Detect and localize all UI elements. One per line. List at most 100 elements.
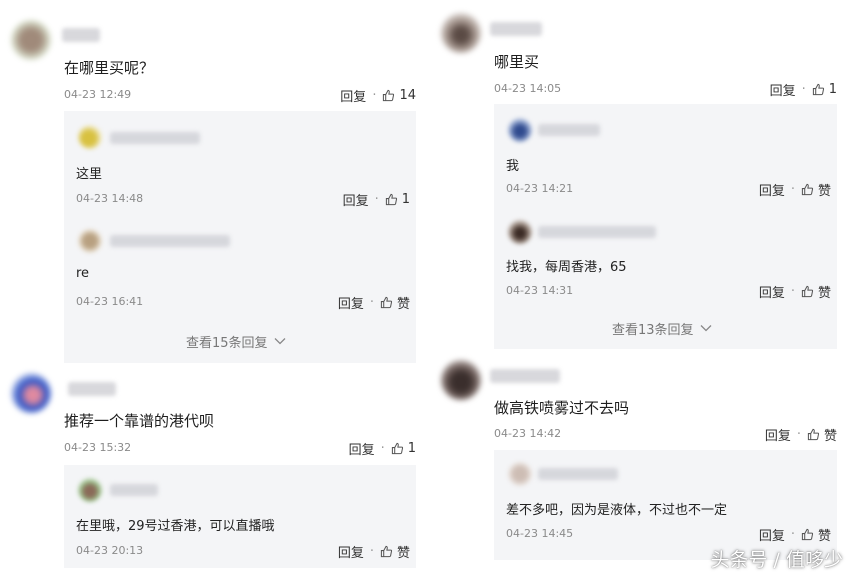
comment-timestamp: 04-23 15:32	[64, 441, 132, 454]
comment-text: 在哪里买呢？	[64, 59, 155, 77]
reply-username-blurred[interactable]	[538, 468, 618, 480]
comment-actions: 回复 · 赞	[765, 425, 837, 444]
thumbs-up-icon[interactable]	[380, 296, 393, 309]
separator-dot: ·	[369, 295, 374, 310]
reply-avatar[interactable]	[78, 478, 102, 502]
reply-avatar[interactable]	[508, 462, 532, 486]
reply-avatar[interactable]	[508, 118, 532, 142]
reply-username-blurred[interactable]	[110, 484, 158, 496]
comment-text: 推荐一个靠谱的港代呗	[64, 412, 215, 430]
like-count: 赞	[396, 546, 410, 561]
reply-thread: 差不多吧，因为是液体，不过也不一定 04-23 14:45 回复 · 赞	[494, 450, 837, 560]
separator-dot: ·	[380, 441, 385, 456]
reply-avatar[interactable]	[78, 125, 102, 149]
like-count: 1	[828, 82, 837, 97]
watermark: 头条号 / 值哆少	[710, 549, 843, 571]
separator-dot: ·	[790, 284, 795, 299]
reply-button[interactable]: 回复	[765, 425, 791, 444]
reply-timestamp: 04-23 14:48	[76, 192, 144, 205]
separator-dot: ·	[796, 427, 801, 442]
comment-text: 做高铁喷雾过不去吗	[494, 399, 630, 417]
thumbs-up-icon[interactable]	[801, 183, 814, 196]
reply-avatar[interactable]	[508, 220, 532, 244]
like-count: 赞	[396, 297, 410, 312]
reply-actions: 回复 · 赞	[338, 542, 410, 561]
username-blurred[interactable]	[490, 22, 542, 36]
reply-timestamp: 04-23 16:41	[76, 295, 144, 308]
reply-button[interactable]: 回复	[340, 86, 366, 105]
reply-button[interactable]: 回复	[343, 190, 369, 209]
like-count: 赞	[817, 184, 831, 199]
reply-avatar[interactable]	[78, 229, 102, 253]
reply-button[interactable]: 回复	[759, 525, 785, 544]
reply-actions: 回复 · 1	[343, 190, 410, 209]
reply-button[interactable]: 回复	[338, 542, 364, 561]
comment-timestamp: 04-23 14:42	[494, 427, 562, 440]
like-count: 1	[401, 192, 410, 207]
like-count: 14	[399, 88, 416, 103]
user-avatar[interactable]	[11, 20, 51, 60]
separator-dot: ·	[374, 192, 379, 207]
reply-button[interactable]: 回复	[759, 282, 785, 301]
chevron-down-icon	[274, 334, 286, 349]
reply-text: 差不多吧，因为是液体，不过也不一定	[506, 503, 728, 518]
comment-actions: 回复 · 1	[349, 439, 416, 458]
thumbs-up-icon[interactable]	[385, 193, 398, 206]
view-more-label: 查看13条回复	[612, 323, 694, 338]
reply-username-blurred[interactable]	[110, 235, 230, 247]
username-blurred[interactable]	[62, 28, 100, 42]
comment-actions: 回复 · 1	[770, 80, 837, 99]
view-more-label: 查看15条回复	[186, 336, 268, 351]
reply-text: 在里哦，29号过香港，可以直播哦	[76, 519, 275, 534]
reply-timestamp: 04-23 14:31	[506, 284, 574, 297]
thumbs-up-icon[interactable]	[812, 83, 825, 96]
separator-dot: ·	[801, 82, 806, 97]
thumbs-up-icon[interactable]	[382, 89, 395, 102]
reply-timestamp: 04-23 14:21	[506, 182, 574, 195]
user-avatar[interactable]	[441, 360, 481, 400]
separator-dot: ·	[369, 544, 374, 559]
user-avatar[interactable]	[441, 13, 481, 53]
reply-actions: 回复 · 赞	[759, 180, 831, 199]
reply-thread: 我 04-23 14:21 回复 · 赞 找我，每周香港，65 04-23 14…	[494, 104, 837, 349]
comment-timestamp: 04-23 14:05	[494, 82, 562, 95]
thumbs-up-icon[interactable]	[391, 442, 404, 455]
reply-button[interactable]: 回复	[349, 439, 375, 458]
reply-actions: 回复 · 赞	[759, 525, 831, 544]
thumbs-up-icon[interactable]	[801, 528, 814, 541]
reply-text: 找我，每周香港，65	[506, 260, 627, 275]
like-count: 赞	[823, 429, 837, 444]
reply-text: 这里	[76, 167, 103, 182]
reply-button[interactable]: 回复	[338, 293, 364, 312]
thumbs-up-icon[interactable]	[807, 428, 820, 441]
view-more-replies-button[interactable]: 查看15条回复	[186, 332, 286, 351]
user-avatar[interactable]	[11, 373, 51, 413]
separator-dot: ·	[790, 182, 795, 197]
reply-thread: 这里 04-23 14:48 回复 · 1 re 04-23 16:41 回复 …	[64, 111, 416, 363]
reply-button[interactable]: 回复	[770, 80, 796, 99]
reply-username-blurred[interactable]	[538, 226, 656, 238]
reply-thread: 在里哦，29号过香港，可以直播哦 04-23 20:13 回复 · 赞	[64, 465, 416, 568]
reply-actions: 回复 · 赞	[759, 282, 831, 301]
reply-username-blurred[interactable]	[110, 132, 200, 144]
thumbs-up-icon[interactable]	[801, 285, 814, 298]
separator-dot: ·	[790, 527, 795, 542]
reply-timestamp: 04-23 14:45	[506, 527, 574, 540]
username-blurred[interactable]	[68, 382, 116, 396]
chevron-down-icon	[700, 321, 712, 336]
reply-button[interactable]: 回复	[759, 180, 785, 199]
reply-text: re	[76, 266, 90, 281]
comment-timestamp: 04-23 12:49	[64, 88, 132, 101]
like-count: 1	[407, 441, 416, 456]
view-more-replies-button[interactable]: 查看13条回复	[612, 319, 712, 338]
username-blurred[interactable]	[490, 369, 560, 383]
separator-dot: ·	[372, 88, 377, 103]
comment-text: 哪里买	[494, 53, 540, 71]
reply-text: 我	[506, 159, 520, 174]
like-count: 赞	[817, 529, 831, 544]
reply-username-blurred[interactable]	[538, 124, 600, 136]
thumbs-up-icon[interactable]	[380, 545, 393, 558]
reply-actions: 回复 · 赞	[338, 293, 410, 312]
comment-actions: 回复 · 14	[340, 86, 416, 105]
reply-timestamp: 04-23 20:13	[76, 544, 144, 557]
